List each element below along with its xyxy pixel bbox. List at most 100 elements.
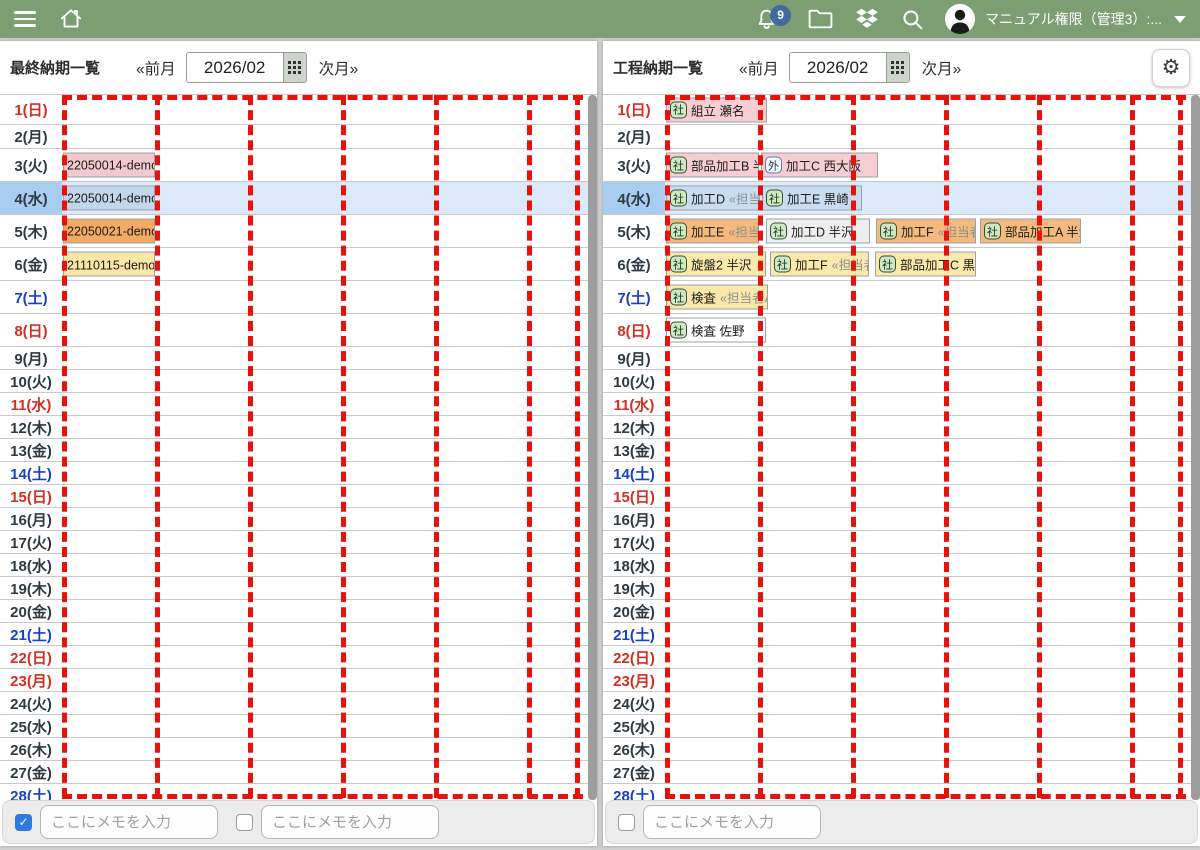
event-chip[interactable]: 社加工D 半沢 [766,219,870,244]
event-chip[interactable]: 社部品加工C 黒崎 [875,252,976,277]
day-cell[interactable] [62,531,597,553]
menu-icon[interactable] [14,11,36,27]
day-cell[interactable]: 社部品加工B 半沢外加工C 西大阪 [665,149,1200,181]
memo-input[interactable] [40,805,218,839]
day-cell[interactable] [62,347,597,369]
day-cell[interactable] [665,462,1200,484]
day-cell[interactable] [62,600,597,622]
event-chip[interactable]: 外加工C 西大阪 [761,153,878,178]
month-picker-icon[interactable] [886,52,910,83]
event-chip[interactable]: 社加工E «担当者A» [666,219,759,244]
day-cell[interactable] [665,416,1200,438]
gear-icon[interactable]: ⚙ [1152,49,1190,87]
day-cell[interactable] [665,646,1200,668]
memo-checkbox[interactable]: ✓ [15,814,32,831]
event-chip[interactable]: 社検査 佐野 [666,318,766,343]
day-cell[interactable] [665,692,1200,714]
event-chip[interactable]: 社部品加工B 半沢 [666,153,759,178]
day-cell[interactable]: 社組立 瀬名 [665,95,1200,124]
day-cell[interactable]: 社検査 佐野 [665,314,1200,346]
home-icon[interactable] [58,6,84,32]
day-cell[interactable]: 社加工D «担当者A»社加工E 黒崎 [665,182,1200,214]
day-cell[interactable] [665,554,1200,576]
event-chip[interactable]: 22050014-demo 1 [63,153,155,178]
day-cell[interactable] [665,531,1200,553]
day-cell[interactable] [665,125,1200,148]
day-cell[interactable]: 22050021-demo 1 [62,215,597,247]
day-cell[interactable] [665,738,1200,760]
month-picker-icon[interactable] [283,52,307,83]
memo-checkbox[interactable] [236,814,253,831]
prev-month-button[interactable]: «前月 [739,57,779,79]
vertical-scrollbar[interactable] [588,95,597,800]
day-cell[interactable] [62,715,597,737]
memo-input[interactable] [643,805,821,839]
user-menu[interactable]: マニュアル権限（管理3）:... [945,4,1186,34]
day-cell[interactable] [62,692,597,714]
day-cell[interactable] [62,761,597,783]
day-cell[interactable] [665,761,1200,783]
next-month-button[interactable]: 次月» [319,57,359,79]
folder-icon[interactable] [807,7,834,31]
event-chip[interactable]: 社加工E 黒崎 [762,186,862,211]
day-cell[interactable] [62,577,597,599]
event-chip[interactable]: 社加工F «担当者A» [770,252,869,277]
bell-icon[interactable]: 9 [754,7,779,32]
day-cell[interactable]: 社加工E «担当者A» 社加工D 半沢社加工F «担当者A»社部品加工A 半沢 [665,215,1200,247]
event-chip[interactable]: 社加工F «担当者A» [876,219,976,244]
day-cell[interactable] [665,347,1200,369]
day-cell[interactable] [62,784,597,800]
day-cell[interactable]: 社旋盤2 半沢社加工F «担当者A»社部品加工C 黒崎 [665,248,1200,280]
event-chip[interactable]: 22050014-demo 1 [63,186,155,211]
day-cell[interactable] [62,646,597,668]
event-chip[interactable]: 22050021-demo 1 [63,219,155,244]
day-cell[interactable] [62,485,597,507]
event-chip[interactable]: 社旋盤2 半沢 [666,252,766,277]
day-cell[interactable] [62,508,597,530]
event-chip[interactable]: 社組立 瀬名 [666,97,767,122]
day-cell[interactable] [665,784,1200,800]
day-cell[interactable] [62,393,597,415]
day-cell[interactable] [665,485,1200,507]
event-chip[interactable]: 社部品加工A 半沢 [980,219,1081,244]
event-chip[interactable]: 21110115-demo 浅 [63,252,155,277]
user-avatar[interactable] [945,4,975,34]
day-label: 28(土) [0,784,62,800]
day-cell[interactable] [62,554,597,576]
day-cell[interactable] [665,393,1200,415]
search-icon[interactable] [900,7,925,32]
day-cell[interactable] [62,738,597,760]
day-cell[interactable] [62,125,597,148]
day-cell[interactable]: 社検査 «担当者A» [665,281,1200,313]
day-cell[interactable] [62,439,597,461]
event-chip[interactable]: 社検査 «担当者A» [666,285,768,310]
day-cell[interactable] [665,577,1200,599]
day-cell[interactable] [665,439,1200,461]
day-cell[interactable] [665,623,1200,645]
day-cell[interactable]: 21110115-demo 浅 [62,248,597,280]
day-cell[interactable] [665,715,1200,737]
day-cell[interactable]: 22050014-demo 1 [62,149,597,181]
prev-month-button[interactable]: «前月 [136,57,176,79]
day-cell[interactable] [62,669,597,691]
day-cell[interactable] [62,95,597,124]
day-cell[interactable] [665,370,1200,392]
day-cell[interactable] [62,462,597,484]
day-cell[interactable] [665,600,1200,622]
next-month-button[interactable]: 次月» [922,57,962,79]
day-cell[interactable] [62,281,597,313]
day-cell[interactable] [665,669,1200,691]
vertical-scrollbar[interactable] [1191,95,1200,800]
day-cell[interactable] [62,314,597,346]
day-cell[interactable] [665,508,1200,530]
memo-checkbox[interactable] [618,814,635,831]
day-cell[interactable]: 22050014-demo 1 [62,182,597,214]
dropbox-icon[interactable] [854,6,880,32]
day-cell[interactable] [62,370,597,392]
memo-input[interactable] [261,805,439,839]
event-chip[interactable]: 社加工D «担当者A» [666,186,760,211]
month-input[interactable] [789,52,886,83]
month-input[interactable] [186,52,283,83]
day-cell[interactable] [62,416,597,438]
day-cell[interactable] [62,623,597,645]
